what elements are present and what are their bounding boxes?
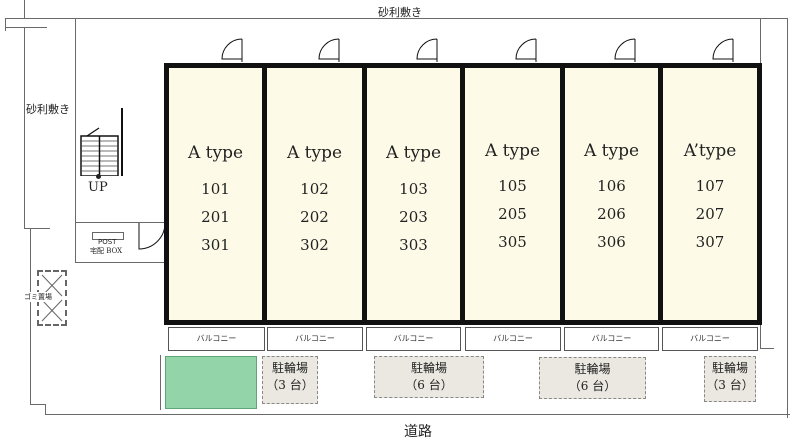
unit-type-label: A’type	[683, 141, 737, 161]
delivery-box-label: 宅配 BOX	[90, 247, 123, 255]
unit-type-label: A type	[385, 143, 442, 163]
unit-column-5[interactable]: A type 106 206 306	[560, 63, 663, 325]
unit-type-label: A type	[484, 141, 541, 161]
room-number: 102	[300, 180, 329, 198]
room-number: 101	[201, 180, 230, 198]
balcony-3: バルコニー	[366, 327, 461, 351]
bike-parking-capacity: （6 台）	[568, 379, 617, 393]
unit-type-label: A type	[187, 143, 244, 163]
door-106-icon	[614, 38, 636, 62]
gravel-top-label: 砂利敷き	[378, 6, 422, 19]
room-number: 206	[597, 205, 626, 223]
room-number: 105	[498, 177, 527, 195]
bike-parking-label: 駐輪場	[574, 362, 611, 376]
room-number: 306	[597, 233, 626, 251]
unit-column-3[interactable]: A type 103 203 303	[362, 63, 465, 325]
room-number: 202	[300, 208, 329, 226]
staircase	[80, 108, 125, 177]
unit-column-4[interactable]: A type 105 205 305	[460, 63, 565, 325]
door-107-icon	[712, 38, 734, 62]
road-label: 道路	[404, 424, 432, 440]
unit-column-2[interactable]: A type 102 202 302	[262, 63, 367, 325]
bike-parking-label: 駐輪場	[271, 361, 308, 375]
door-102-icon	[318, 38, 340, 62]
room-number: 303	[399, 236, 428, 254]
entrance-door-icon	[138, 222, 166, 250]
balcony-5: バルコニー	[564, 327, 659, 351]
room-number: 302	[300, 236, 329, 254]
bike-parking-2[interactable]: 駐輪場 （6 台）	[374, 356, 484, 398]
room-number: 301	[201, 236, 230, 254]
room-number: 107	[695, 177, 725, 195]
bike-parking-capacity: （6 台）	[405, 378, 453, 392]
garden-area	[165, 356, 257, 409]
room-number: 207	[695, 205, 725, 223]
room-number: 203	[399, 208, 428, 226]
bike-parking-4[interactable]: 駐輪場 （3 台）	[704, 356, 756, 402]
room-number: 305	[498, 233, 527, 251]
door-105-icon	[515, 38, 537, 62]
gravel-left-label: 砂利敷き	[26, 103, 70, 116]
unit-column-6[interactable]: A’type 107 207 307	[658, 63, 762, 325]
room-number: 205	[498, 205, 527, 223]
balcony-2: バルコニー	[267, 327, 363, 351]
room-number: 106	[597, 177, 626, 195]
post-label: POST	[98, 238, 117, 246]
unit-column-1[interactable]: A type 101 201 301	[164, 63, 267, 325]
room-number: 103	[399, 180, 428, 198]
bike-parking-label: 駐輪場	[711, 361, 748, 375]
balcony-1: バルコニー	[168, 327, 265, 351]
room-number: 307	[695, 233, 725, 251]
bike-parking-1[interactable]: 駐輪場 （3 台）	[262, 356, 318, 404]
staircase-drawing	[80, 108, 123, 177]
unit-type-label: A type	[286, 143, 343, 163]
door-103-icon	[416, 38, 438, 62]
bike-parking-capacity: （3 台）	[706, 378, 754, 392]
up-label: UP	[88, 180, 108, 195]
balcony-6: バルコニー	[662, 327, 758, 351]
bike-parking-label: 駐輪場	[410, 361, 447, 375]
bike-parking-capacity: （3 台）	[266, 378, 314, 392]
bike-parking-3[interactable]: 駐輪場 （6 台）	[539, 357, 646, 399]
balcony-4: バルコニー	[465, 327, 561, 351]
trash-label: ゴミ置場	[24, 292, 52, 302]
door-101-icon	[221, 38, 243, 62]
room-number: 201	[201, 208, 230, 226]
unit-type-label: A type	[583, 141, 640, 161]
up-marker-icon	[96, 174, 101, 179]
